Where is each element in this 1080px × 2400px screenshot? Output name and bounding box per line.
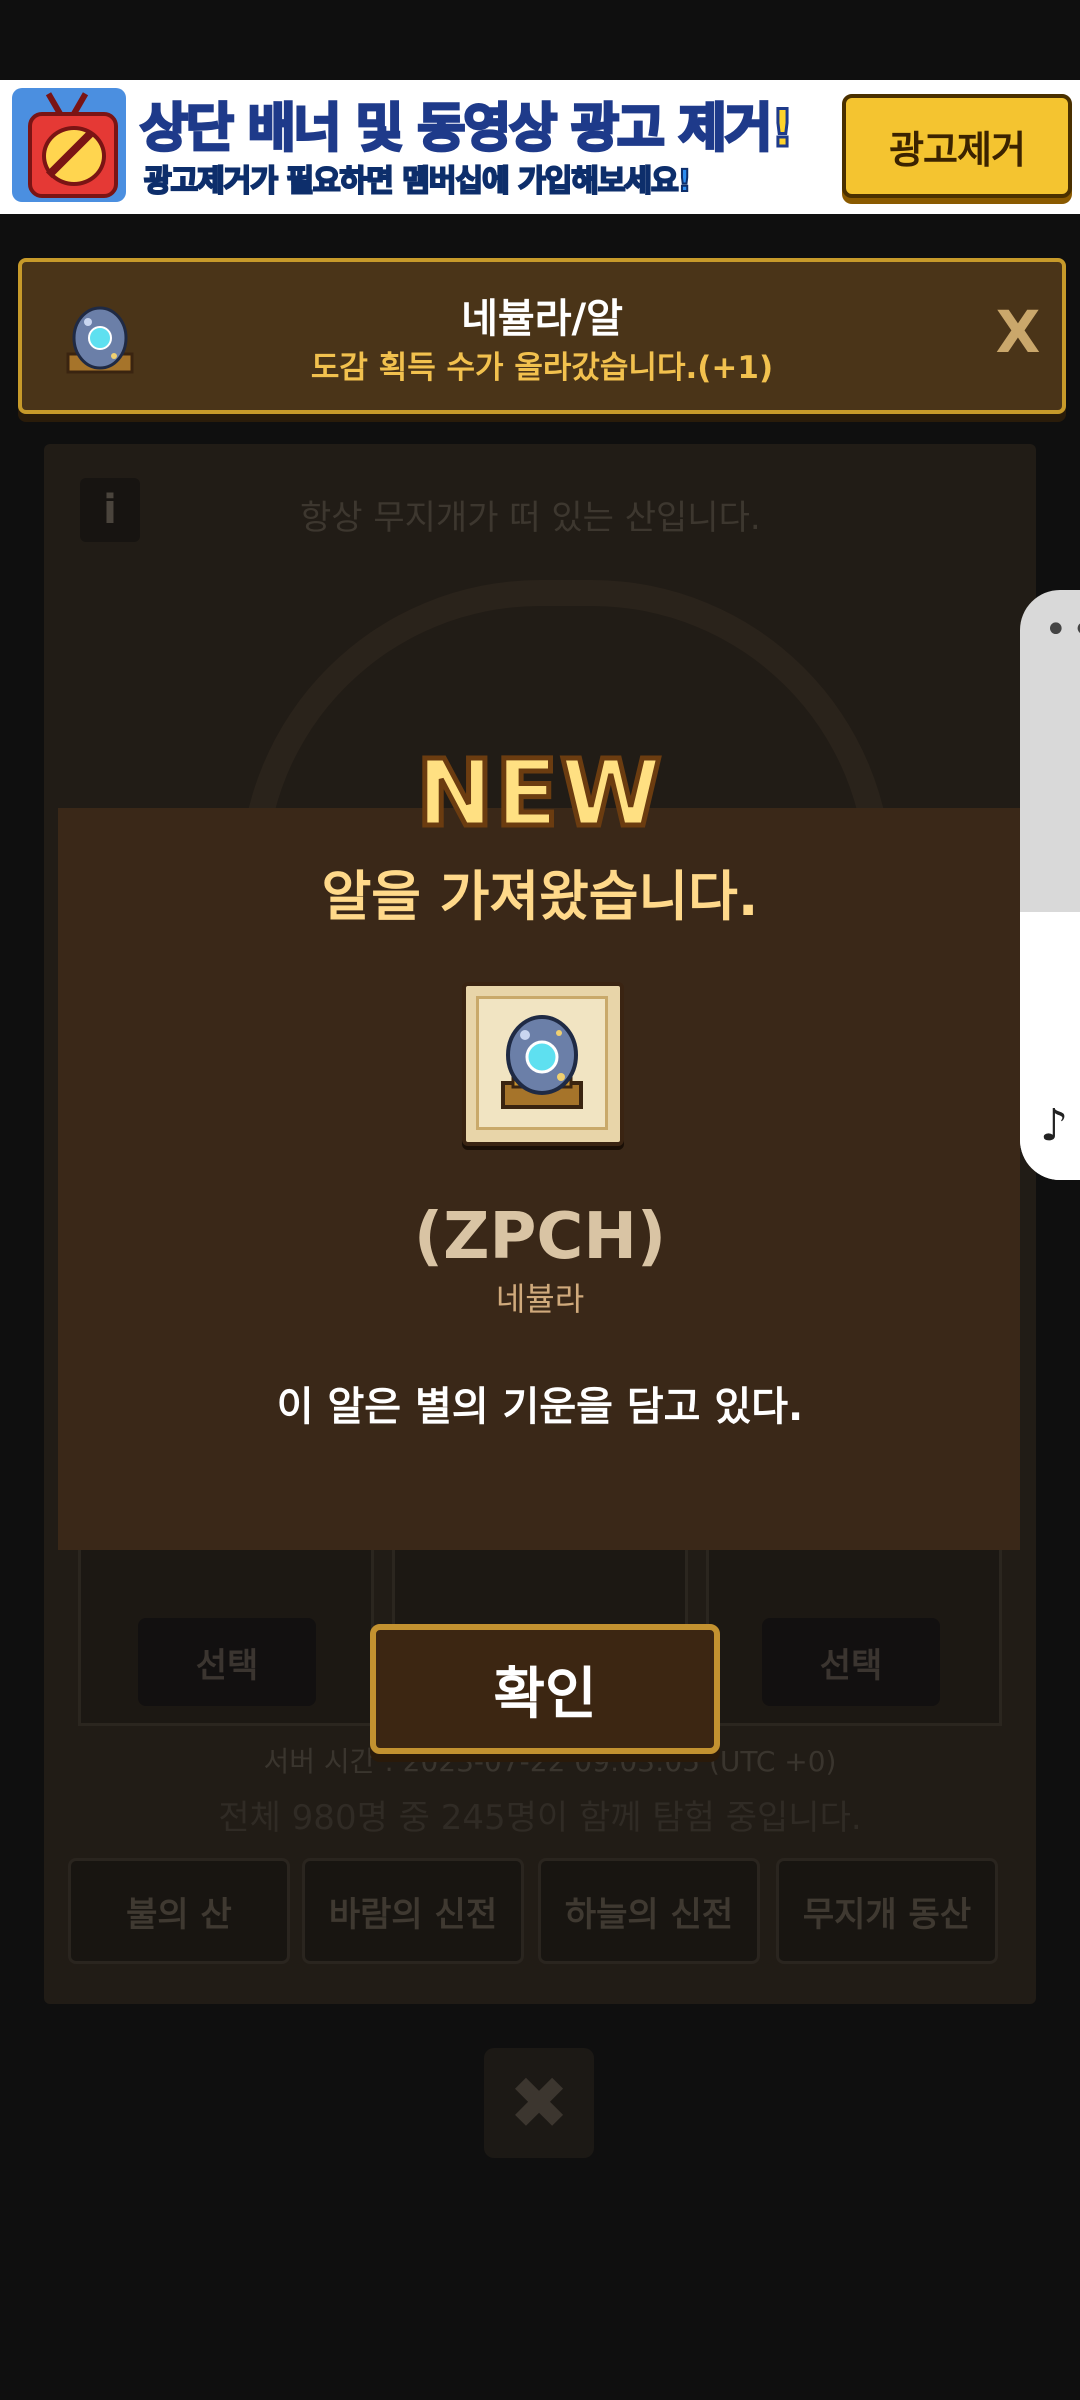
ad-title: 상단 배너 및 동영상 광고 제거! (139, 98, 796, 161)
tab-fire-mountain[interactable]: 불의 산 (68, 1858, 290, 1964)
info-icon[interactable]: i (80, 478, 140, 542)
item-subtitle: 네뷸라 (495, 1280, 585, 1318)
explorer-status: 전체 980명 중 245명이 함께 탐험 중입니다. (218, 1798, 862, 1838)
more-icon[interactable]: •• (1044, 610, 1080, 650)
ad-banner[interactable]: 상단 배너 및 동영상 광고 제거! 광고제거가 필요하면 멤버십에 가입해보세… (0, 80, 1080, 214)
close-icon[interactable]: ✖ (484, 2048, 594, 2158)
confirm-button[interactable]: 확인 (370, 1624, 720, 1754)
nebula-egg-icon (501, 1015, 583, 1109)
tab-wind-temple[interactable]: 바람의 신전 (302, 1858, 524, 1964)
notification-message: 도감 획득 수가 올라갔습니다.(+1) (310, 350, 774, 386)
item-description: 이 알은 별의 기운을 담고 있다. (276, 1384, 804, 1430)
item-name: (ZPCH) (413, 1200, 667, 1274)
music-icon[interactable]: ♪ (1040, 1100, 1080, 1156)
select-button-right[interactable]: 선택 (762, 1618, 940, 1706)
modal-heading: 알을 가져왔습니다. (321, 865, 759, 928)
ad-subtitle: 광고제거가 필요하면 멤버십에 가입해보세요! (143, 163, 692, 200)
new-badge: NEW (414, 738, 664, 850)
background-description: 항상 무지개가 떠 있는 산입니다. (300, 498, 761, 538)
tab-rainbow-hill[interactable]: 무지개 동산 (776, 1858, 998, 1964)
notification-title: 네뷸라/알 (461, 296, 623, 342)
remove-ads-button[interactable]: 광고제거 (842, 94, 1072, 198)
item-frame (462, 982, 624, 1146)
notification-close-button[interactable]: X (988, 302, 1048, 362)
collection-notification: 네뷸라/알 도감 획득 수가 올라갔습니다.(+1) X (18, 258, 1066, 414)
tv-no-ads-icon (12, 88, 126, 202)
select-button-left[interactable]: 선택 (138, 1618, 316, 1706)
tab-sky-temple[interactable]: 하늘의 신전 (538, 1858, 760, 1964)
